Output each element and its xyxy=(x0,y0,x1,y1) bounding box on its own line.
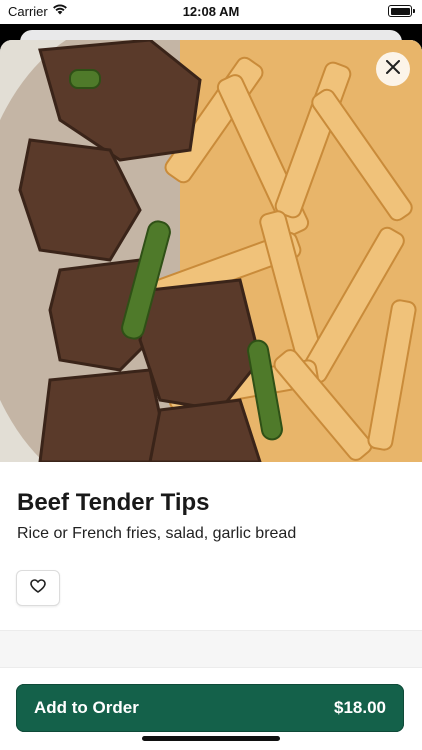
item-title: Beef Tender Tips xyxy=(17,489,210,516)
add-to-order-button[interactable]: Add to Order $18.00 xyxy=(16,684,404,732)
battery-icon xyxy=(388,5,415,17)
close-button[interactable] xyxy=(376,52,410,86)
item-detail-sheet: Beef Tender Tips Rice or French fries, s… xyxy=(0,40,422,750)
item-description: Rice or French fries, salad, garlic brea… xyxy=(17,525,297,542)
close-icon xyxy=(386,59,400,79)
section-divider xyxy=(0,630,422,668)
price-label: $18.00 xyxy=(334,698,386,717)
status-bar: Carrier 12:08 AM xyxy=(0,0,422,24)
heart-icon xyxy=(30,578,46,598)
food-photo xyxy=(0,40,422,462)
home-indicator[interactable] xyxy=(142,736,280,741)
clock: 12:08 AM xyxy=(182,4,240,19)
favorite-button[interactable] xyxy=(16,570,60,606)
add-to-order-label: Add to Order xyxy=(34,698,139,717)
